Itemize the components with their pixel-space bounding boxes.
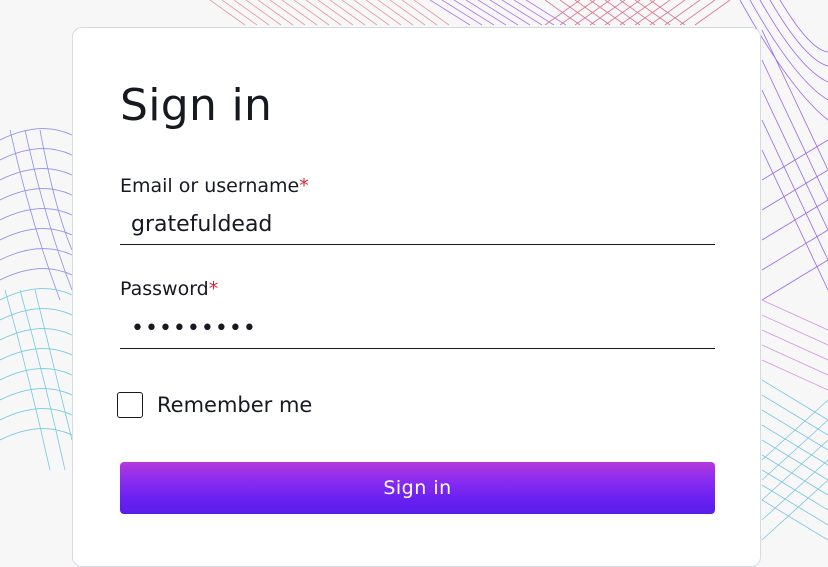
- sign-in-button[interactable]: Sign in: [120, 462, 715, 514]
- remember-me-label[interactable]: Remember me: [157, 392, 312, 418]
- remember-me-row[interactable]: Remember me: [117, 392, 312, 418]
- remember-me-checkbox[interactable]: [117, 392, 143, 418]
- page-title: Sign in: [120, 80, 273, 131]
- required-asterisk: *: [299, 175, 309, 197]
- required-asterisk: *: [208, 278, 219, 300]
- sign-in-card: Sign in Email or username* Password* Rem…: [72, 27, 761, 567]
- email-label-text: Email or username: [120, 175, 300, 197]
- password-label-text: Password: [120, 278, 209, 300]
- email-field-label: Email or username*: [120, 174, 309, 198]
- email-field[interactable]: [120, 205, 715, 245]
- password-field-label: Password*: [120, 277, 218, 301]
- password-field[interactable]: [120, 309, 715, 349]
